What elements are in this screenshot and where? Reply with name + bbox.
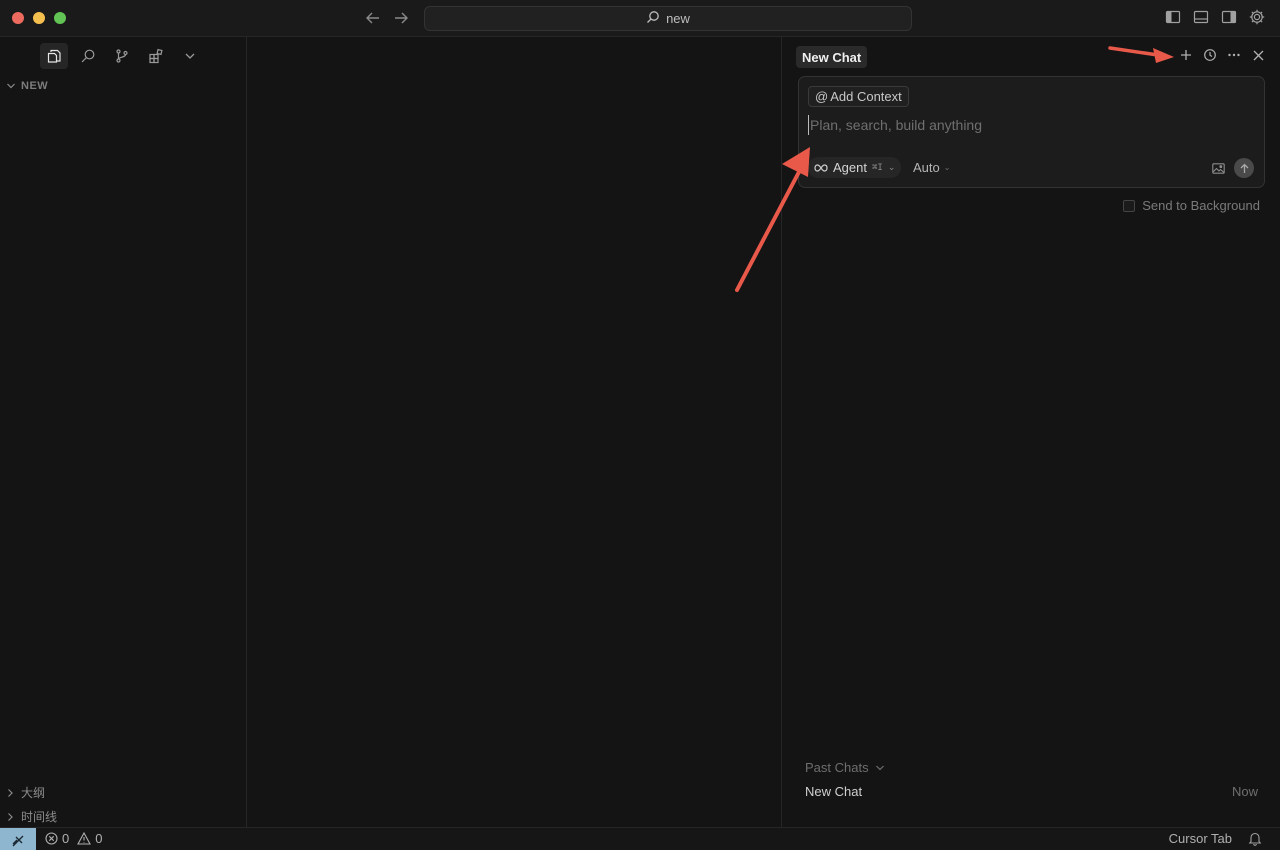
- model-label: Auto: [913, 160, 940, 175]
- mode-shortcut: ⌘I: [871, 162, 883, 173]
- search-icon: [646, 10, 660, 27]
- more-icon[interactable]: [1226, 47, 1242, 63]
- status-bar: 0 0 Cursor Tab: [0, 827, 1280, 850]
- forward-arrow-icon[interactable]: [391, 8, 411, 28]
- folder-label: NEW: [21, 80, 49, 92]
- history-icon[interactable]: [1202, 47, 1218, 63]
- chat-tab-title[interactable]: New Chat: [796, 46, 868, 68]
- search-icon[interactable]: [74, 43, 102, 69]
- at-icon: @: [815, 89, 829, 104]
- model-selector[interactable]: Auto ⌄: [913, 160, 950, 175]
- outline-section-header[interactable]: 大纲: [6, 784, 45, 801]
- remote-indicator-button[interactable]: [0, 828, 36, 850]
- past-chat-time: Now: [1231, 784, 1258, 799]
- add-context-label: Add Context: [830, 89, 902, 104]
- send-to-background-checkbox[interactable]: [1123, 199, 1136, 212]
- chevron-down-icon: ⌄: [887, 162, 896, 172]
- error-count: 0: [62, 831, 70, 846]
- editor-area[interactable]: [248, 37, 782, 827]
- title-bar: new: [0, 0, 1280, 37]
- chat-toolbar: [1178, 47, 1266, 63]
- gear-icon[interactable]: [1248, 8, 1266, 26]
- toggle-secondary-sidebar-icon[interactable]: [1220, 8, 1238, 26]
- chevron-right-icon: [8, 812, 13, 821]
- past-chat-item[interactable]: New Chat Now: [805, 784, 1258, 799]
- mode-selector[interactable]: Agent ⌘I ⌄: [808, 157, 902, 178]
- toggle-panel-icon[interactable]: [1192, 8, 1210, 26]
- problems-indicator[interactable]: 0 0: [45, 831, 102, 846]
- sidebar-activity-bar: [40, 43, 204, 69]
- chevron-down-icon: [7, 83, 15, 89]
- timeline-label: 时间线: [21, 810, 58, 824]
- send-to-background-label: Send to Background: [1142, 198, 1260, 213]
- window-minimize-button[interactable]: [33, 12, 45, 24]
- outline-label: 大纲: [21, 786, 46, 800]
- send-button[interactable]: [1234, 158, 1254, 178]
- bell-icon[interactable]: [1248, 831, 1264, 847]
- chevron-down-icon: ⌄: [943, 163, 951, 172]
- command-center-text: new: [666, 11, 690, 26]
- window-close-button[interactable]: [12, 12, 24, 24]
- plus-icon[interactable]: [1178, 47, 1194, 63]
- warning-count: 0: [95, 831, 103, 846]
- mode-label: Agent: [833, 160, 867, 175]
- chevron-down-icon[interactable]: [176, 43, 204, 69]
- remote-icon: [12, 835, 24, 846]
- source-control-icon[interactable]: [108, 43, 136, 69]
- past-chats-toggle[interactable]: Past Chats: [805, 760, 885, 775]
- back-arrow-icon[interactable]: [363, 8, 383, 28]
- cursor-tab-status[interactable]: Cursor Tab: [1169, 831, 1232, 846]
- error-icon: [45, 832, 58, 845]
- primary-sidebar: NEW 大纲 时间线: [0, 37, 247, 827]
- arrow-up-icon: [1240, 163, 1248, 173]
- past-chat-title: New Chat: [805, 784, 863, 799]
- image-upload-icon[interactable]: [1210, 160, 1226, 176]
- chat-prompt-input[interactable]: [808, 115, 1248, 135]
- command-center-search[interactable]: new: [424, 6, 912, 31]
- chevron-down-icon: [875, 765, 884, 770]
- close-icon[interactable]: [1250, 47, 1266, 63]
- files-icon[interactable]: [40, 43, 68, 69]
- infinity-icon: [814, 160, 828, 175]
- timeline-section-header[interactable]: 时间线: [6, 808, 57, 825]
- extensions-icon[interactable]: [142, 43, 170, 69]
- chat-composer: @ Add Context Agent ⌘I ⌄ Auto ⌄: [798, 76, 1265, 188]
- chevron-right-icon: [8, 788, 13, 797]
- send-to-background-option[interactable]: Send to Background: [1123, 198, 1260, 213]
- chat-panel: New Chat @ Add Context Agent ⌘I ⌄: [783, 37, 1280, 827]
- toggle-primary-sidebar-icon[interactable]: [1164, 8, 1182, 26]
- warning-icon: [77, 832, 92, 845]
- add-context-button[interactable]: @ Add Context: [808, 86, 909, 107]
- window-maximize-button[interactable]: [54, 12, 66, 24]
- explorer-folder-header[interactable]: NEW: [6, 80, 48, 92]
- past-chats-label: Past Chats: [805, 760, 869, 775]
